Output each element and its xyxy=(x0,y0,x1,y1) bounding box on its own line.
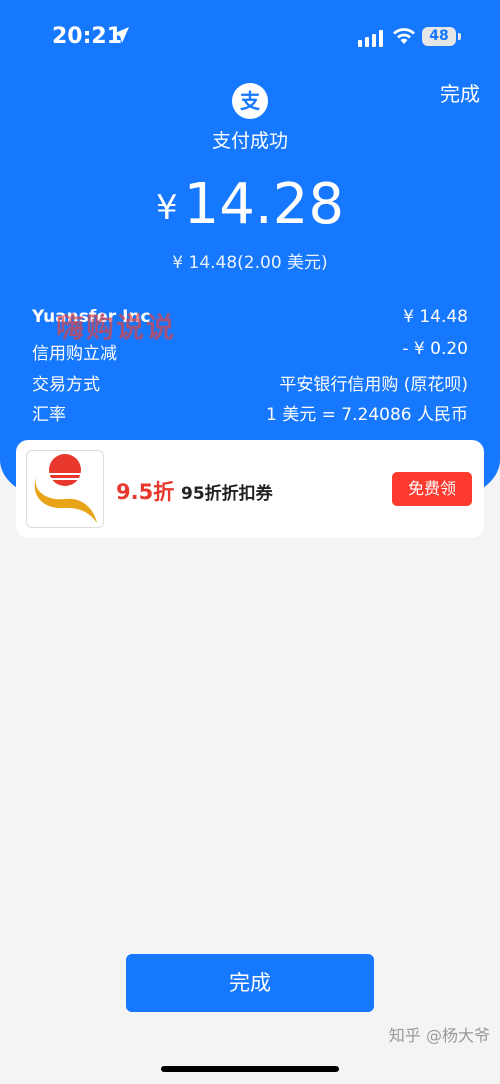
alipay-logo-char: 支 xyxy=(240,89,260,113)
detail-row-discount: 信用购立减 - ¥ 0.20 xyxy=(32,339,468,365)
amount-value: 14.28 xyxy=(183,172,344,237)
coupon-brand-logo-icon xyxy=(26,450,104,528)
detail-row-exchange-rate: 汇率 1 美元 = 7.24086 人民币 xyxy=(32,400,468,426)
battery-cap xyxy=(458,33,461,40)
exchange-rate-label: 汇率 xyxy=(32,405,66,425)
payment-success-title: 支付成功 xyxy=(211,130,288,152)
location-arrow-icon xyxy=(113,27,129,43)
coupon-card[interactable]: 9.5折 95折折扣券 免费领 xyxy=(16,440,484,538)
claim-coupon-button[interactable]: 免费领 xyxy=(392,472,472,506)
home-indicator[interactable] xyxy=(161,1066,339,1072)
original-amount: ¥ 14.48(2.00 美元) xyxy=(172,253,328,273)
wifi-icon xyxy=(393,28,415,44)
paid-amount: ¥14.28 xyxy=(0,172,500,237)
done-link-top[interactable]: 完成 xyxy=(440,78,480,107)
discount-value: - ¥ 0.20 xyxy=(402,339,468,359)
exchange-rate-value: 1 美元 = 7.24086 人民币 xyxy=(266,405,468,425)
payment-method-label: 交易方式 xyxy=(32,375,100,395)
detail-row-payment-method: 交易方式 平安银行信用购 (原花呗) xyxy=(32,370,468,396)
merchant-amount: ¥ 14.48 xyxy=(403,307,468,327)
cellular-signal-icon xyxy=(358,30,383,47)
zhihu-watermark: 知乎 @杨大爷 xyxy=(388,1026,490,1045)
done-button[interactable]: 完成 xyxy=(126,954,374,1012)
coupon-description: 95折折扣券 xyxy=(181,484,273,504)
payment-method-value: 平安银行信用购 (原花呗) xyxy=(279,375,468,395)
discount-label: 信用购立减 xyxy=(32,344,117,364)
battery-icon: 48 xyxy=(422,27,456,46)
alipay-logo-icon: 支 xyxy=(232,83,268,119)
status-bar: 20:21 48 xyxy=(0,0,500,75)
coupon-discount: 9.5折 xyxy=(116,480,175,504)
currency-symbol: ¥ xyxy=(156,188,178,228)
